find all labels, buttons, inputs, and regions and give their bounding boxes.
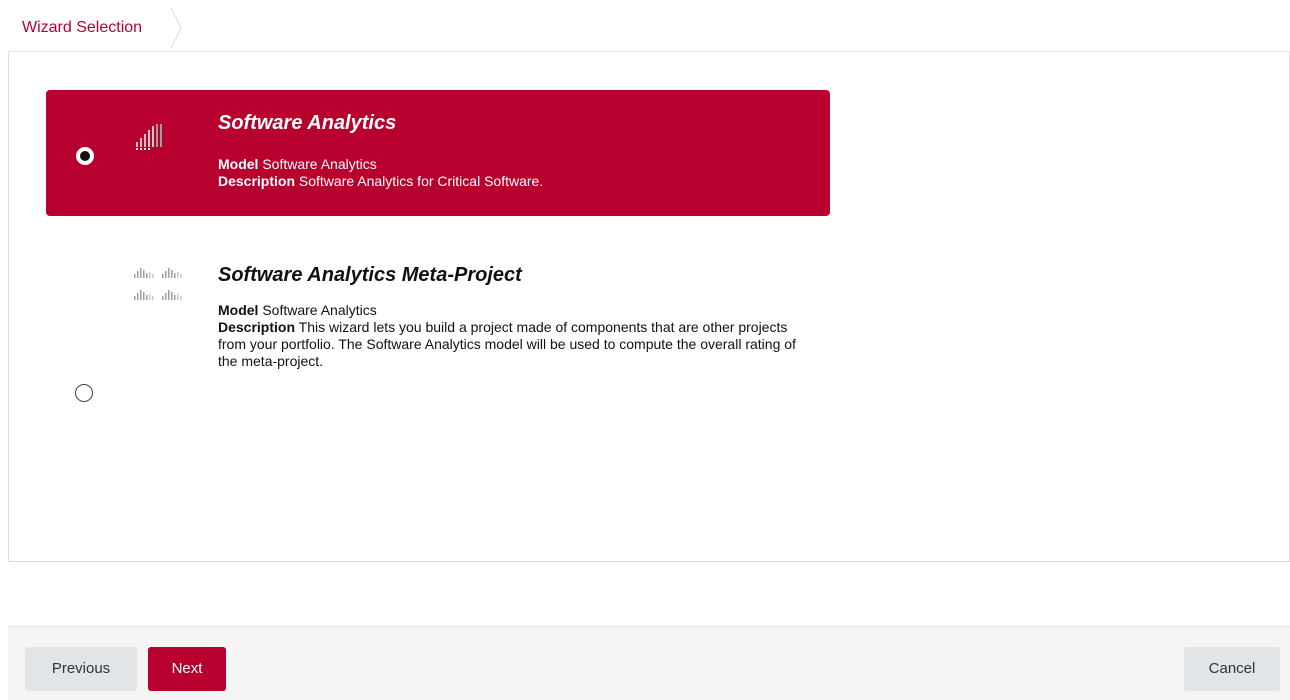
description-value: This wizard lets you build a project mad… — [218, 319, 796, 369]
wizard-list-panel: Software Analytics Model Software Analyt… — [8, 52, 1290, 562]
bar-chart-icon — [136, 124, 162, 150]
breadcrumb: Wizard Selection — [0, 0, 1290, 52]
model-label: Model — [218, 156, 259, 172]
wizard-option-software-analytics[interactable]: Software Analytics Model Software Analyt… — [46, 90, 830, 216]
wizard-footer: Previous Next Cancel — [8, 626, 1290, 700]
cancel-button[interactable]: Cancel — [1184, 647, 1280, 691]
wizard-details: Model Software Analytics Description Thi… — [218, 302, 818, 370]
breadcrumb-item-wizard-selection[interactable]: Wizard Selection — [12, 10, 157, 46]
previous-button[interactable]: Previous — [25, 647, 137, 691]
breadcrumb-chevron-icon — [170, 8, 182, 48]
model-value: Software Analytics — [262, 302, 377, 318]
next-button[interactable]: Next — [148, 647, 226, 691]
wizard-title: Software Analytics — [218, 112, 397, 134]
radio-button-selected[interactable] — [76, 147, 94, 165]
multi-bar-chart-icon — [134, 268, 182, 300]
description-value: Software Analytics for Critical Software… — [298, 173, 544, 189]
wizard-title: Software Analytics Meta-Project — [218, 264, 522, 286]
wizard-option-software-analytics-meta-project[interactable]: Software Analytics Meta-Project Model So… — [46, 244, 830, 434]
model-label: Model — [218, 302, 259, 318]
description-label: Description — [218, 173, 296, 189]
model-value: Software Analytics — [262, 156, 377, 172]
wizard-details: Model Software Analytics Description Sof… — [218, 156, 818, 190]
radio-button-unselected[interactable] — [75, 384, 93, 402]
description-label: Description — [218, 319, 296, 335]
